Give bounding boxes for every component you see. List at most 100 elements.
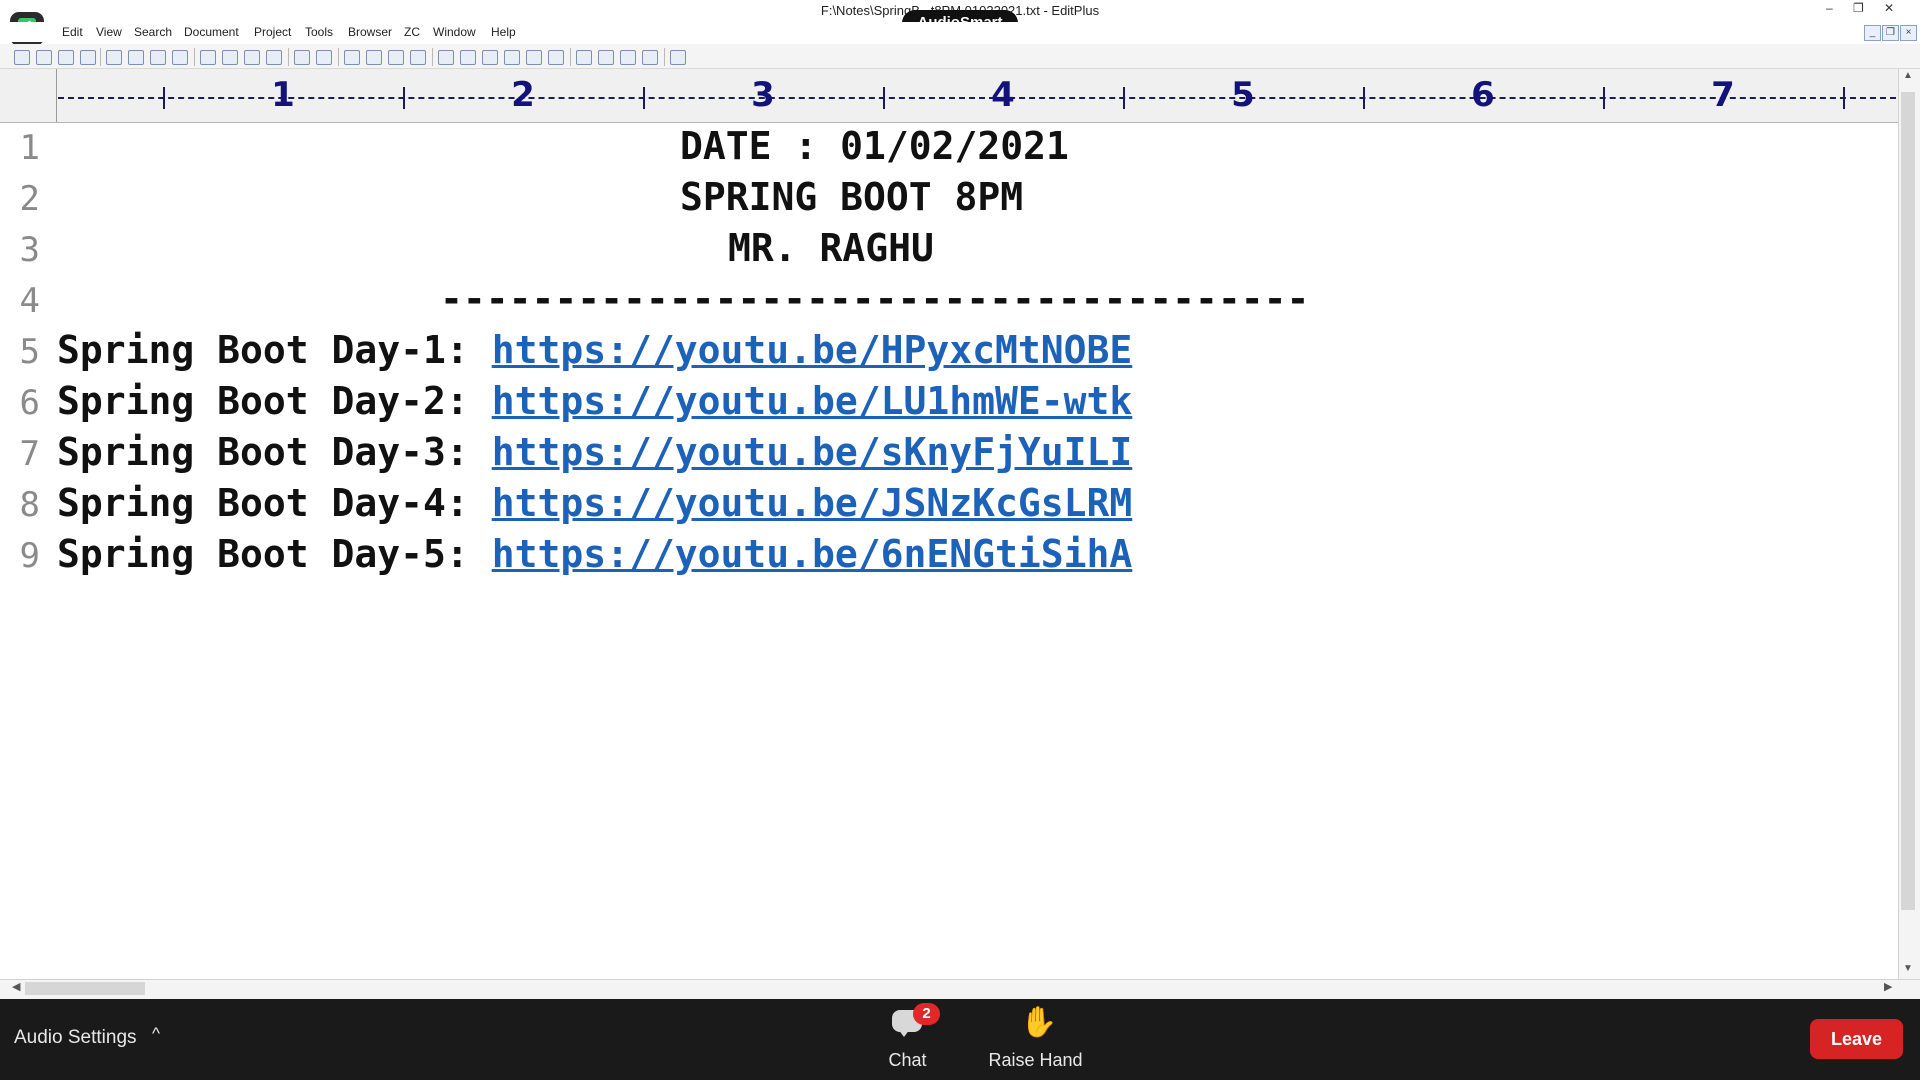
line-number-icon[interactable]	[504, 50, 520, 65]
find-in-files-icon[interactable]	[388, 50, 404, 65]
mdi-close-button[interactable]: ×	[1900, 25, 1917, 41]
raise-hand-button[interactable]: Raise Hand	[983, 1050, 1088, 1071]
day-label[interactable]: Spring Boot Day-5:	[57, 532, 492, 576]
youtube-link[interactable]: https://youtu.be/JSNzKcGsLRM	[492, 481, 1133, 525]
leave-button[interactable]: Leave	[1810, 1019, 1903, 1059]
chevron-up-icon[interactable]: ^	[152, 1024, 160, 1044]
menu-zc[interactable]: ZC	[404, 25, 420, 39]
open-folder-icon[interactable]	[36, 50, 52, 65]
audio-settings-button[interactable]: Audio Settings	[14, 1027, 137, 1049]
toolbar-separator	[194, 48, 195, 66]
new-file-icon[interactable]	[14, 50, 30, 65]
save-all-icon[interactable]	[80, 50, 96, 65]
editor-line: Spring Boot Day-5: https://youtu.be/6nEN…	[57, 532, 1132, 576]
check-mark-icon[interactable]	[548, 50, 564, 65]
day-label[interactable]: Spring Boot Day-2:	[57, 379, 492, 423]
undo-icon[interactable]	[294, 50, 310, 65]
line-number: 4	[19, 281, 40, 321]
line-number: 9	[19, 536, 40, 576]
ruler-dash-line	[58, 97, 1896, 99]
youtube-link[interactable]: https://youtu.be/HPyxcMtNOBE	[492, 328, 1133, 372]
editor-line-instructor[interactable]: MR. RAGHU	[728, 226, 934, 270]
ruler-tick	[1363, 87, 1365, 109]
editor-line: Spring Boot Day-4: https://youtu.be/JSNz…	[57, 481, 1132, 525]
find-icon[interactable]	[344, 50, 360, 65]
print-preview-icon[interactable]	[106, 50, 122, 65]
raise-hand-icon[interactable]: ✋	[1020, 1005, 1057, 1040]
delete-icon[interactable]	[266, 50, 282, 65]
youtube-link[interactable]: https://youtu.be/LU1hmWE-wtk	[492, 379, 1133, 423]
ruler-tick	[1843, 87, 1845, 109]
youtube-link[interactable]: https://youtu.be/6nENGtiSihA	[492, 532, 1133, 576]
ruler-number: 7	[1711, 75, 1735, 115]
menu-document[interactable]: Document	[184, 25, 239, 39]
scroll-right-icon[interactable]: ▶	[1884, 980, 1892, 993]
menu-browser[interactable]: Browser	[348, 25, 392, 39]
editor-line-date[interactable]: DATE : 01/02/2021	[680, 124, 1069, 168]
chat-button[interactable]: Chat	[870, 1050, 945, 1071]
ruler-number: 6	[1471, 75, 1495, 115]
chat-icon-tail	[898, 1029, 910, 1037]
vertical-scroll-thumb[interactable]	[1901, 92, 1915, 910]
paste-icon[interactable]	[244, 50, 260, 65]
editor-line-course[interactable]: SPRING BOOT 8PM	[680, 175, 1023, 219]
menu-edit[interactable]: Edit	[62, 25, 83, 39]
ruler-number: 2	[511, 75, 535, 115]
save-icon[interactable]	[58, 50, 74, 65]
full-screen-icon[interactable]	[642, 50, 658, 65]
editor-line: Spring Boot Day-2: https://youtu.be/LU1h…	[57, 379, 1132, 423]
horizontal-scrollbar[interactable]	[0, 979, 1920, 1000]
day-label[interactable]: Spring Boot Day-1:	[57, 328, 492, 372]
goto-line-icon[interactable]	[410, 50, 426, 65]
replace-icon[interactable]	[366, 50, 382, 65]
ruler-tick	[643, 87, 645, 109]
editor-line-separator[interactable]: --------------------------------------	[440, 277, 1309, 321]
directory-window-icon[interactable]	[576, 50, 592, 65]
close-button[interactable]: ✕	[1884, 1, 1894, 15]
horizontal-scroll-thumb[interactable]	[25, 982, 145, 995]
restore-button[interactable]: ❐	[1853, 1, 1864, 15]
menu-search[interactable]: Search	[134, 25, 172, 39]
scroll-up-icon[interactable]: ▲	[1903, 70, 1913, 81]
browser-icon[interactable]	[172, 50, 188, 65]
line-number: 6	[19, 383, 40, 423]
menu-view[interactable]: View	[96, 25, 122, 39]
mdi-minimize-button[interactable]: _	[1864, 25, 1881, 41]
print-icon[interactable]	[128, 50, 144, 65]
hex-viewer-icon[interactable]	[460, 50, 476, 65]
menu-help[interactable]: Help	[491, 25, 516, 39]
scroll-down-icon[interactable]: ▼	[1903, 963, 1913, 974]
meeting-controls-bar	[0, 999, 1920, 1080]
cut-icon[interactable]	[200, 50, 216, 65]
context-help-icon[interactable]	[670, 50, 686, 65]
day-label[interactable]: Spring Boot Day-3:	[57, 430, 492, 474]
editor-line: Spring Boot Day-1: https://youtu.be/HPyx…	[57, 328, 1132, 372]
spell-check-icon[interactable]	[150, 50, 166, 65]
menu-project[interactable]: Project	[254, 25, 291, 39]
menu-window[interactable]: Window	[433, 25, 476, 39]
menu-tools[interactable]: Tools	[305, 25, 333, 39]
toolbar-separator	[100, 48, 101, 66]
line-number: 7	[19, 434, 40, 474]
ruler-number: 3	[751, 75, 775, 115]
youtube-link[interactable]: https://youtu.be/sKnyFjYuILI	[492, 430, 1133, 474]
day-label[interactable]: Spring Boot Day-4:	[57, 481, 492, 525]
copy-icon[interactable]	[222, 50, 238, 65]
toolbar-separator	[288, 48, 289, 66]
font-icon[interactable]	[438, 50, 454, 65]
scroll-left-icon[interactable]: ◀	[12, 980, 20, 993]
minimize-button[interactable]: –	[1826, 1, 1833, 15]
cliptext-window-icon[interactable]	[598, 50, 614, 65]
redo-icon[interactable]	[316, 50, 332, 65]
ruler-number: 1	[271, 75, 295, 115]
line-number: 8	[19, 485, 40, 525]
ruler-tick	[1123, 87, 1125, 109]
output-window-icon[interactable]	[620, 50, 636, 65]
chat-unread-badge: 2	[913, 1003, 940, 1025]
ruler-number: 4	[991, 75, 1015, 115]
ruler-tick	[883, 87, 885, 109]
mdi-restore-button[interactable]: ❐	[1882, 25, 1899, 41]
toolbar-separator	[432, 48, 433, 66]
word-wrap-icon[interactable]	[482, 50, 498, 65]
ruler-icon[interactable]	[526, 50, 542, 65]
